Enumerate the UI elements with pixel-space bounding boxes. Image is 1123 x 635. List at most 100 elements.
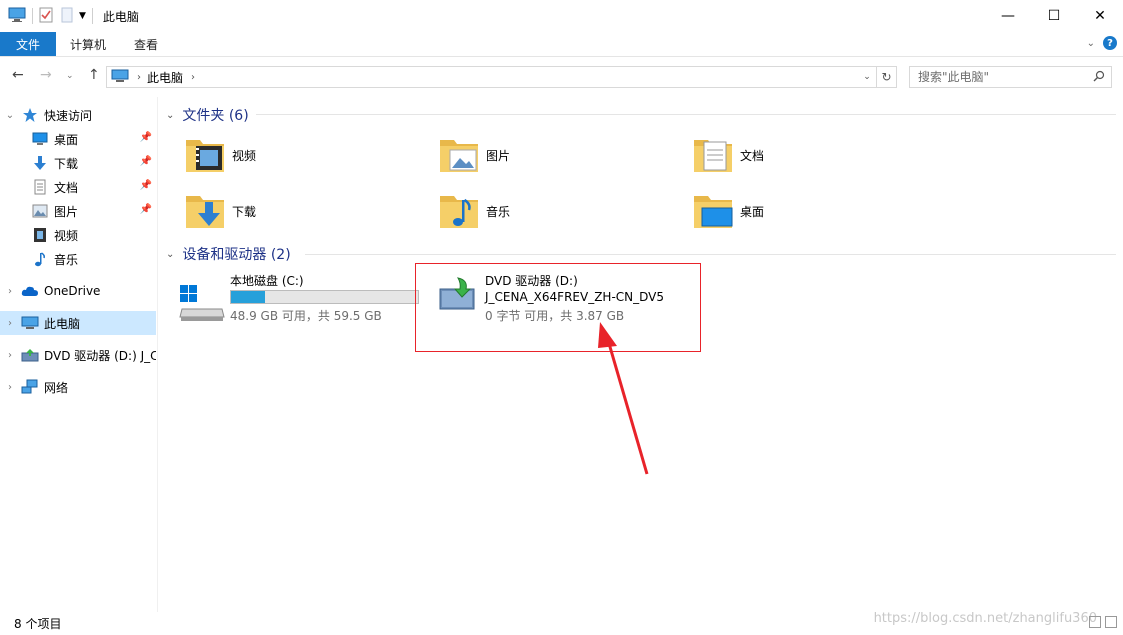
nav-item-downloads[interactable]: 下载 📌	[0, 151, 156, 175]
quick-access-toolbar: ▼ 此电脑	[0, 0, 139, 32]
pin-icon: 📌	[139, 204, 152, 215]
help-icon[interactable]: ?	[1103, 36, 1117, 50]
group-header-folders[interactable]: ⌄ 文件夹 (6)	[166, 105, 249, 125]
tab-computer[interactable]: 计算机	[56, 32, 120, 56]
expand-chevron-icon[interactable]: ›	[0, 382, 20, 393]
forward-button[interactable]: →	[40, 67, 52, 83]
star-icon	[20, 107, 40, 123]
this-pc-icon	[20, 315, 40, 331]
expand-chevron-icon[interactable]: ›	[0, 318, 20, 329]
recent-locations-icon[interactable]: ⌄	[66, 71, 74, 81]
video-icon	[30, 227, 50, 243]
this-pc-icon	[111, 69, 129, 86]
nav-item-pictures[interactable]: 图片 📌	[0, 199, 156, 223]
pin-icon: 📌	[139, 132, 152, 143]
nav-label: 下载	[54, 156, 79, 171]
view-toggle	[1089, 616, 1117, 628]
address-dropdown-icon[interactable]: ⌄	[858, 67, 876, 87]
picture-folder-icon	[436, 132, 482, 178]
picture-icon	[30, 203, 50, 219]
nav-label: 文档	[54, 180, 79, 195]
nav-dvd-drive[interactable]: › DVD 驱动器 (D:) J_CENA_X64FREV_ZH-CN_DV5	[0, 343, 156, 367]
nav-this-pc[interactable]: › 此电脑	[0, 311, 156, 335]
nav-label: 音乐	[54, 252, 79, 267]
pin-icon: 📌	[139, 156, 152, 167]
annotation-arrow	[598, 322, 649, 475]
group-title: 文件夹 (6)	[182, 108, 249, 124]
customize-toolbar-icon[interactable]: ▼	[79, 11, 86, 21]
nav-item-desktop[interactable]: 桌面 📌	[0, 127, 156, 151]
large-icons-view-button[interactable]	[1105, 616, 1117, 628]
network-icon	[20, 379, 40, 395]
cloud-icon	[20, 283, 40, 299]
breadcrumb-chevron-icon[interactable]: ›	[137, 72, 141, 83]
new-folder-icon[interactable]	[61, 7, 73, 26]
nav-item-videos[interactable]: 视频	[0, 223, 156, 247]
folder-label: 图片	[486, 148, 511, 163]
nav-label: 桌面	[54, 132, 79, 147]
expand-chevron-icon[interactable]: ›	[0, 286, 20, 297]
collapse-chevron-icon[interactable]: ⌄	[0, 110, 20, 121]
tab-file[interactable]: 文件	[0, 32, 56, 56]
search-box[interactable]	[909, 66, 1112, 88]
drive-c-tile[interactable]: 本地磁盘 (C:) 48.9 GB 可用，共 59.5 GB	[178, 269, 428, 329]
drive-usage-fill	[231, 291, 265, 303]
expand-chevron-icon[interactable]: ›	[0, 350, 20, 361]
title-bar: ▼ 此电脑 — ☐ ✕	[0, 0, 1123, 32]
search-input[interactable]	[918, 70, 1088, 84]
details-view-button[interactable]	[1089, 616, 1101, 628]
folder-music[interactable]: 音乐	[436, 185, 676, 237]
breadcrumb-chevron-icon[interactable]: ›	[191, 72, 195, 83]
document-folder-icon	[690, 132, 736, 178]
folder-label: 下载	[232, 204, 257, 219]
folder-documents[interactable]: 文档	[690, 129, 930, 181]
dvd-drive-icon	[20, 347, 40, 363]
nav-item-music[interactable]: 音乐	[0, 247, 156, 271]
folder-desktop[interactable]: 桌面	[690, 185, 930, 237]
collapse-chevron-icon[interactable]: ⌄	[166, 249, 174, 260]
address-row: ← → ⌄ ↑ › 此电脑 › ⌄ ↻	[0, 56, 1123, 96]
group-divider	[305, 254, 1116, 255]
refresh-button[interactable]: ↻	[877, 66, 897, 88]
nav-network[interactable]: › 网络	[0, 375, 156, 399]
window-title: 此电脑	[102, 9, 139, 24]
nav-item-documents[interactable]: 文档 📌	[0, 175, 156, 199]
folder-pictures[interactable]: 图片	[436, 129, 676, 181]
back-button[interactable]: ←	[12, 67, 24, 83]
group-header-devices[interactable]: ⌄ 设备和驱动器 (2)	[166, 244, 291, 264]
collapse-chevron-icon[interactable]: ⌄	[166, 110, 174, 121]
properties-icon[interactable]	[39, 7, 53, 26]
this-pc-icon	[8, 7, 26, 26]
close-button[interactable]: ✕	[1077, 0, 1123, 32]
nav-onedrive[interactable]: › OneDrive	[0, 279, 156, 303]
drive-name: 本地磁盘 (C:)	[230, 274, 304, 288]
address-bar[interactable]: › 此电脑 › ⌄	[106, 66, 877, 88]
download-folder-icon	[182, 188, 228, 234]
download-icon	[30, 155, 50, 171]
folder-videos[interactable]: 视频	[182, 129, 422, 181]
drive-free-space: 48.9 GB 可用，共 59.5 GB	[230, 309, 382, 323]
nav-label: 网络	[44, 380, 69, 395]
folder-label: 视频	[232, 148, 257, 163]
up-button[interactable]: ↑	[88, 67, 100, 83]
item-count: 8 个项目	[14, 617, 62, 631]
expand-ribbon-icon[interactable]: ⌄	[1087, 38, 1095, 49]
nav-quick-access[interactable]: ⌄ 快速访问	[0, 103, 156, 127]
nav-label: DVD 驱动器 (D:) J_CENA_X64FREV_ZH-CN_DV5	[44, 348, 156, 363]
folder-label: 音乐	[486, 204, 511, 219]
nav-label: 视频	[54, 228, 79, 243]
folder-label: 桌面	[740, 204, 765, 219]
nav-label: OneDrive	[44, 284, 101, 298]
folder-downloads[interactable]: 下载	[182, 185, 422, 237]
breadcrumb-this-pc[interactable]: 此电脑	[147, 69, 183, 86]
tab-view[interactable]: 查看	[120, 32, 172, 56]
document-icon	[30, 179, 50, 195]
search-icon[interactable]	[1093, 70, 1105, 85]
minimize-button[interactable]: —	[985, 0, 1031, 32]
navigation-pane: ⌄ 快速访问 桌面 📌 下载 📌 文档 📌 图片 📌 视频 音乐 › OneDr…	[0, 97, 158, 612]
maximize-button[interactable]: ☐	[1031, 0, 1077, 32]
desktop-folder-icon	[690, 188, 736, 234]
hard-drive-icon	[178, 283, 226, 326]
nav-label: 快速访问	[44, 108, 93, 123]
nav-label: 此电脑	[44, 316, 81, 331]
